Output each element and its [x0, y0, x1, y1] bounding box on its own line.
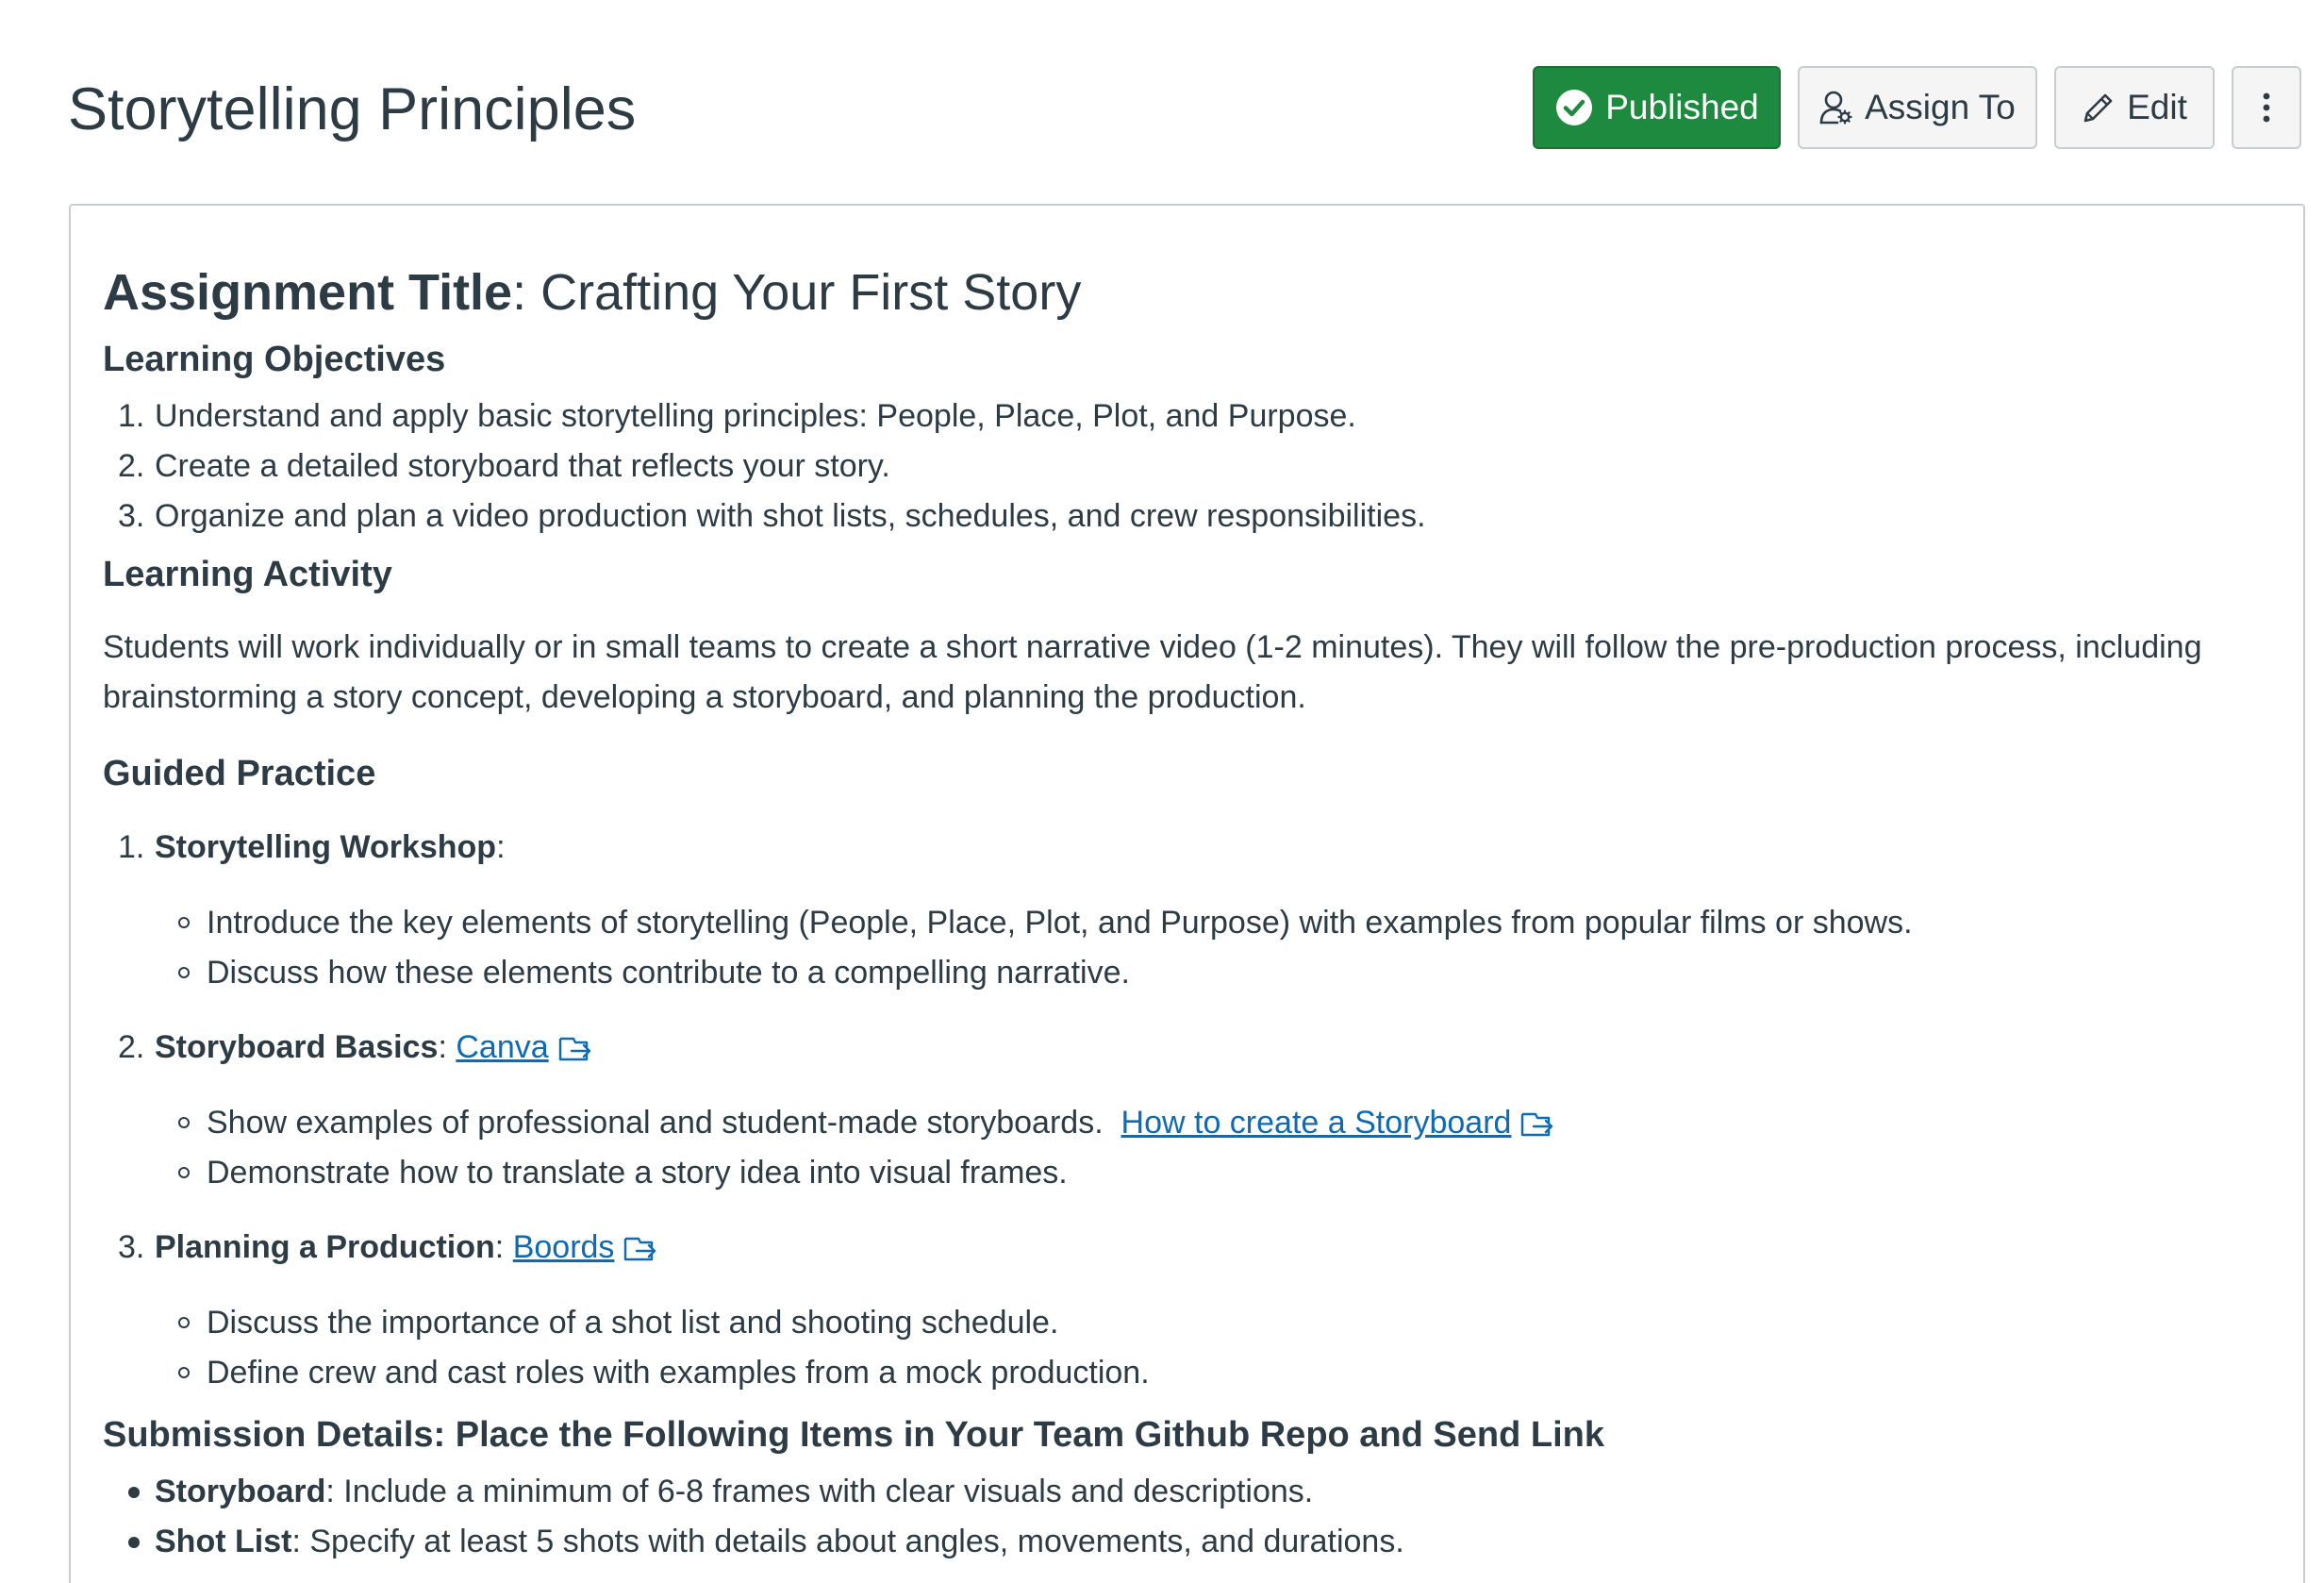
list-item: Storyboard: Include a minimum of 6-8 fra…	[103, 1467, 2269, 1517]
external-link-icon	[1521, 1112, 1553, 1137]
list-item: 2. Create a detailed storyboard that refl…	[118, 448, 890, 484]
objectives-heading: Learning Objectives	[103, 340, 446, 379]
boords-link[interactable]: Boords	[513, 1229, 615, 1265]
header-toolbar: Published Assign To Edit	[1533, 66, 2301, 149]
list-item: 3. Organize and plan a video production w…	[118, 498, 1426, 534]
pencil-icon	[2083, 93, 2113, 123]
external-link-icon	[624, 1237, 656, 1261]
objectives-list: 1. Understand and apply basic storytellin…	[103, 392, 2269, 542]
assignment-description: Assignment Title: Crafting Your First St…	[69, 204, 2305, 1583]
assignment-page: Storytelling Principles Published Assign…	[0, 0, 2324, 1583]
check-circle-icon	[1556, 90, 1593, 125]
list-item: Discuss the importance of a shot list an…	[103, 1298, 2269, 1348]
submission-list: Storyboard: Include a minimum of 6-8 fra…	[103, 1467, 2269, 1567]
external-link-icon	[558, 1037, 590, 1061]
guided-heading: Guided Practice	[103, 754, 376, 793]
published-button[interactable]: Published	[1533, 66, 1781, 149]
guided-item-storyboard-basics: 2. Storyboard Basics: Canva Show examples…	[103, 1023, 2269, 1198]
canva-link[interactable]: Canva	[456, 1029, 548, 1065]
list-item: Show examples of professional and studen…	[103, 1098, 2269, 1148]
description-content: Assignment Title: Crafting Your First St…	[103, 258, 2269, 1567]
assignment-title-value: : Crafting Your First Story	[512, 264, 1082, 321]
activity-heading: Learning Activity	[103, 555, 392, 594]
assignment-title-label: Assignment Title	[103, 264, 513, 321]
guided-practice-list: 1. Storytelling Workshop: Introduce the k…	[103, 823, 2269, 1398]
list-item: Demonstrate how to translate a story ide…	[103, 1148, 2269, 1198]
list-item: Define crew and cast roles with examples…	[103, 1348, 2269, 1398]
edit-button[interactable]: Edit	[2054, 66, 2215, 149]
how-to-create-storyboard-link[interactable]: How to create a Storyboard	[1121, 1105, 1512, 1141]
vertical-ellipsis-icon	[2263, 92, 2270, 123]
edit-label: Edit	[2127, 88, 2187, 126]
guided-item-title: Planning a Production	[155, 1229, 495, 1265]
list-item: Discuss how these elements contribute to…	[103, 948, 2269, 998]
sub-list: Show examples of professional and studen…	[103, 1098, 2269, 1198]
sub-list: Discuss the importance of a shot list an…	[103, 1298, 2269, 1398]
sub-list: Introduce the key elements of storytelli…	[103, 898, 2269, 998]
list-item: Introduce the key elements of storytelli…	[103, 898, 2269, 948]
page-header: Storytelling Principles Published Assign…	[68, 64, 2301, 155]
guided-item-planning-production: 3. Planning a Production: Boords Discuss …	[103, 1223, 2269, 1398]
guided-item-title: Storyboard Basics	[155, 1029, 439, 1065]
more-options-button[interactable]	[2232, 66, 2301, 149]
guided-item-title: Storytelling Workshop	[155, 829, 497, 865]
list-item: Shot List: Specify at least 5 shots with…	[103, 1517, 2269, 1567]
page-title: Storytelling Principles	[68, 76, 637, 142]
assign-to-label: Assign To	[1865, 88, 2016, 126]
submission-heading: Submission Details: Place the Following …	[103, 1415, 1604, 1455]
assignment-title: Assignment Title: Crafting Your First St…	[103, 258, 2269, 326]
list-item: 1. Understand and apply basic storytellin…	[118, 398, 1356, 434]
published-label: Published	[1605, 88, 1759, 126]
user-settings-icon	[1819, 91, 1852, 125]
guided-item-storytelling-workshop: 1. Storytelling Workshop: Introduce the k…	[103, 823, 2269, 998]
activity-text: Students will work individually or in sm…	[103, 629, 2202, 715]
assign-to-button[interactable]: Assign To	[1798, 66, 2037, 149]
